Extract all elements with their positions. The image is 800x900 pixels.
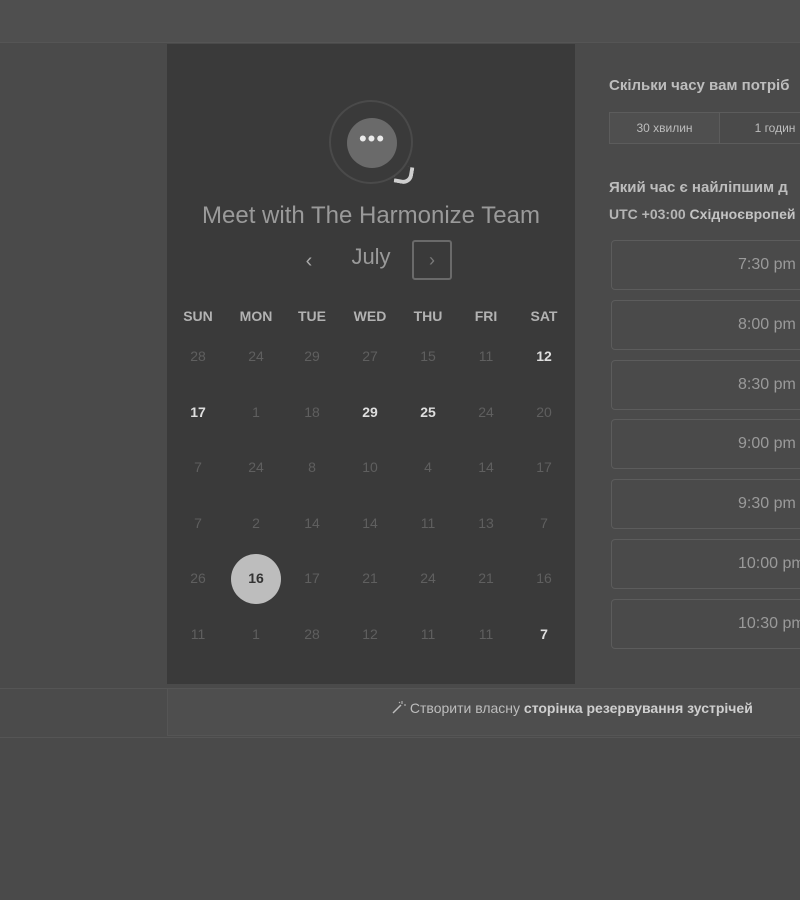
calendar-day-available[interactable]: 29 [341,400,399,456]
timezone-label: UTC +03:00 Східноєвропей [609,206,796,222]
calendar-day: 11 [478,348,494,364]
calendar-day: 11 [190,626,206,642]
calendar-day: 24 [248,348,264,364]
calendar-day: 1 [252,403,260,420]
time-slot[interactable]: 9:00 pm [611,419,800,470]
time-slot[interactable]: 8:00 pm [611,299,800,350]
calendar-day: 28 [190,348,206,364]
calendar-day: 14 [362,514,378,531]
next-month-button[interactable]: › [412,240,452,280]
calendar-day: 27 [362,348,378,364]
weekday-label: THU [413,308,443,324]
time-slot-label: 10:30 pm [738,614,800,632]
weekday-header: SUN MON TUE WED THU FRI SAT [167,308,575,328]
time-slot[interactable]: 7:30 pm [611,240,800,290]
time-slot-label: 10:00 pm [738,555,800,572]
calendar-day: 11 [420,514,436,531]
magic-wand-icon [390,700,410,716]
calendar-day-selected[interactable]: 16 [227,554,285,622]
calendar-day: 15 [420,348,436,364]
calendar-day-available[interactable]: 7 [515,622,573,678]
calendar-day-available[interactable]: 12 [515,344,573,400]
weekday-label: SAT [530,308,558,324]
previous-month-button[interactable]: ‹ [295,247,323,275]
duration-option-60[interactable]: 1 годин [720,113,800,143]
calendar-day: 10 [362,459,378,476]
time-slot[interactable]: 8:30 pm [611,359,800,410]
duration-question: Скільки часу вам потріб [609,77,790,94]
calendar-day: 11 [478,626,494,642]
calendar-day: 7 [540,514,548,531]
create-booking-prefix: Створити власну [409,700,524,716]
calendar-day: 8 [308,459,316,476]
calendar-day-available[interactable]: 17 [169,400,227,456]
calendar-day: 28 [304,626,320,642]
chat-bubble-icon: ••• [347,118,415,186]
duration-selector: 30 хвилин 1 годин [609,112,800,144]
calendar-day: 12 [362,626,378,642]
month-navigation: ‹ July › [167,240,575,282]
create-booking-page-link[interactable]: Створити власну сторінка резервування зу… [390,700,753,716]
calendar-grid: 28 24 29 27 15 11 12 17 1 18 29 25 24 20 7 24 8 10 4 14 17 7 2… [167,344,575,674]
calendar-day: 24 [420,570,436,587]
calendar-day: 17 [304,570,320,587]
time-slot-label: 7:30 pm [738,256,796,273]
time-slot-label: 9:30 pm [738,495,796,513]
weekday-label: SUN [183,308,213,324]
timezone-offset: UTC +03:00 [609,206,686,222]
duration-option-30[interactable]: 30 хвилин [610,113,720,143]
meeting-title: Meet with The Harmonize Team [202,202,540,229]
calendar-day: 20 [536,403,552,420]
time-slot[interactable]: 10:00 pm [611,539,800,589]
time-slot-label: 8:00 pm [738,315,796,333]
calendar-day: 13 [478,514,494,531]
calendar-day: 14 [304,514,320,531]
time-slot-label: 8:30 pm [738,375,796,393]
calendar-panel: ••• Meet with The Harmonize Team ‹ July … [167,44,575,684]
calendar-day: 16 [536,570,552,587]
calendar-day: 26 [190,570,206,587]
calendar-day: 21 [478,570,494,587]
time-question: Який час є найліпшим д [609,179,788,196]
calendar-day: 18 [304,403,320,420]
calendar-day: 4 [424,459,432,476]
timezone-name: Східноєвропей [689,206,796,222]
top-bar [0,0,800,43]
calendar-day: 11 [420,626,436,642]
create-booking-link-text[interactable]: сторінка резервування зустрічей [524,700,753,716]
calendar-day: 29 [304,348,320,364]
calendar-day: 24 [248,459,264,476]
weekday-label: FRI [474,308,498,324]
time-slot-label: 9:00 pm [738,435,796,453]
calendar-day: 24 [478,403,494,420]
calendar-day: 14 [478,459,494,476]
calendar-day: 7 [194,459,202,476]
calendar-day: 7 [194,514,202,531]
time-slot[interactable]: 9:30 pm [611,479,800,530]
team-logo: ••• [329,100,415,186]
booking-panel: Скільки часу вам потріб 30 хвилин 1 годи… [575,44,800,684]
weekday-label: TUE [298,308,326,324]
calendar-day: 21 [362,570,378,587]
weekday-label: WED [353,308,387,324]
current-month-label: July [351,244,391,269]
time-slot[interactable]: 10:30 pm [611,598,800,649]
calendar-day: 17 [536,459,552,476]
calendar-day-available[interactable]: 25 [399,400,457,456]
calendar-day: 1 [252,626,260,642]
weekday-label: MON [239,308,273,324]
